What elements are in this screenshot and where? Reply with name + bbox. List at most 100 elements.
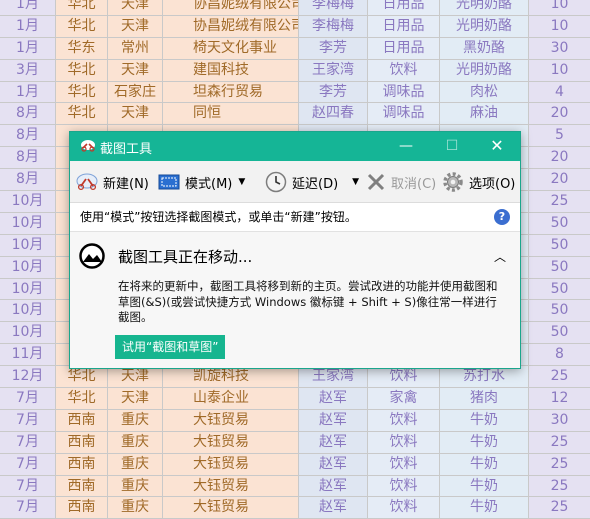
table-cell[interactable]: 天津 (108, 388, 163, 409)
table-cell[interactable]: 光明奶酪 (440, 0, 529, 15)
table-cell[interactable]: 30 (529, 37, 590, 59)
new-button[interactable]: 新建(N) (76, 171, 149, 193)
table-cell[interactable]: 麻油 (440, 103, 529, 125)
table-row[interactable]: 7月 西南 重庆 大钰贸易 赵军 饮料 牛奶 25 (0, 475, 590, 498)
chevron-down-icon[interactable]: ▼ (352, 177, 359, 187)
table-cell[interactable]: 10月 (0, 278, 56, 300)
table-cell[interactable]: 10 (529, 0, 590, 15)
table-cell[interactable]: 牛奶 (440, 453, 529, 475)
table-cell[interactable]: 7月 (0, 475, 56, 497)
table-cell[interactable]: 大钰贸易 (163, 497, 299, 519)
table-cell[interactable]: 7月 (0, 453, 56, 475)
table-cell[interactable]: 25 (529, 366, 590, 388)
table-cell[interactable]: 饮料 (368, 59, 440, 81)
table-cell[interactable]: 50 (529, 278, 590, 300)
table-cell[interactable]: 西南 (56, 409, 108, 431)
table-cell[interactable]: 8月 (0, 125, 56, 147)
table-cell[interactable]: 饮料 (368, 475, 440, 497)
table-cell[interactable]: 饮料 (368, 409, 440, 431)
table-row[interactable]: 1月 华东 常州 椅天文化事业 李芳 日用品 黑奶酪 30 (0, 37, 590, 60)
table-row[interactable]: 7月 西南 重庆 大钰贸易 赵军 饮料 牛奶 25 (0, 453, 590, 476)
table-cell[interactable]: 西南 (56, 431, 108, 453)
table-cell[interactable]: 天津 (108, 366, 163, 388)
table-cell[interactable]: 11月 (0, 344, 56, 366)
table-cell[interactable]: 饮料 (368, 453, 440, 475)
table-cell[interactable]: 重庆 (108, 431, 163, 453)
minimize-button[interactable]: — (383, 132, 429, 161)
table-cell[interactable]: 20 (529, 169, 590, 191)
table-cell[interactable]: 赵四春 (299, 103, 368, 125)
table-row[interactable]: 1月 华北 天津 协昌妮绒有限公司 李梅梅 日用品 光明奶酪 10 (0, 15, 590, 38)
table-cell[interactable]: 7月 (0, 388, 56, 409)
table-cell[interactable]: 凯旋科技 (163, 366, 299, 388)
table-cell[interactable]: 10 (529, 59, 590, 81)
table-row[interactable]: 7月 西南 重庆 大钰贸易 赵军 饮料 牛奶 25 (0, 431, 590, 454)
table-cell[interactable]: 12月 (0, 366, 56, 388)
table-cell[interactable]: 赵军 (299, 453, 368, 475)
table-cell[interactable]: 10月 (0, 300, 56, 322)
table-cell[interactable]: 8 (529, 344, 590, 366)
chevron-down-icon[interactable]: ▼ (238, 177, 245, 187)
close-button[interactable]: ✕ (474, 132, 520, 161)
table-cell[interactable]: 牛奶 (440, 409, 529, 431)
table-cell[interactable]: 肉松 (440, 81, 529, 103)
table-cell[interactable]: 1月 (0, 37, 56, 59)
table-cell[interactable]: 调味品 (368, 81, 440, 103)
table-cell[interactable]: 猪肉 (440, 388, 529, 409)
table-cell[interactable]: 30 (529, 409, 590, 431)
table-cell[interactable]: 石家庄 (108, 81, 163, 103)
table-cell[interactable]: 1月 (0, 0, 56, 15)
table-cell[interactable]: 10月 (0, 212, 56, 234)
table-cell[interactable]: 日用品 (368, 0, 440, 15)
table-cell[interactable]: 重庆 (108, 497, 163, 519)
maximize-button[interactable]: ☐ (429, 132, 475, 161)
table-cell[interactable]: 黑奶酪 (440, 37, 529, 59)
table-cell[interactable]: 50 (529, 300, 590, 322)
table-cell[interactable]: 重庆 (108, 453, 163, 475)
table-cell[interactable]: 50 (529, 256, 590, 278)
table-cell[interactable]: 华北 (56, 103, 108, 125)
table-cell[interactable]: 20 (529, 103, 590, 125)
table-cell[interactable]: 天津 (108, 103, 163, 125)
table-cell[interactable]: 25 (529, 453, 590, 475)
table-cell[interactable]: 同恒 (163, 103, 299, 125)
table-cell[interactable]: 7月 (0, 409, 56, 431)
table-row[interactable]: 12月 华北 天津 凯旋科技 王家湾 饮料 苏打水 25 (0, 366, 590, 389)
table-cell[interactable]: 8月 (0, 147, 56, 169)
table-cell[interactable]: 20 (529, 147, 590, 169)
table-cell[interactable]: 天津 (108, 15, 163, 37)
table-cell[interactable]: 坦森行贸易 (163, 81, 299, 103)
table-cell[interactable]: 大钰贸易 (163, 475, 299, 497)
table-cell[interactable]: 椅天文化事业 (163, 37, 299, 59)
table-cell[interactable]: 李梅梅 (299, 15, 368, 37)
table-cell[interactable]: 25 (529, 475, 590, 497)
table-cell[interactable]: 3月 (0, 59, 56, 81)
table-cell[interactable]: 赵军 (299, 475, 368, 497)
table-cell[interactable]: 日用品 (368, 37, 440, 59)
table-cell[interactable]: 重庆 (108, 475, 163, 497)
table-cell[interactable]: 25 (529, 431, 590, 453)
table-cell[interactable]: 常州 (108, 37, 163, 59)
table-cell[interactable]: 10月 (0, 234, 56, 256)
table-cell[interactable]: 华北 (56, 59, 108, 81)
table-cell[interactable]: 华东 (56, 37, 108, 59)
table-cell[interactable]: 王家湾 (299, 366, 368, 388)
table-cell[interactable]: 李芳 (299, 37, 368, 59)
options-button[interactable]: 选项(O) (442, 171, 515, 193)
table-cell[interactable]: 赵军 (299, 409, 368, 431)
table-cell[interactable]: 10 (529, 15, 590, 37)
table-cell[interactable]: 西南 (56, 475, 108, 497)
table-cell[interactable]: 50 (529, 322, 590, 344)
chevron-up-icon[interactable]: ︿ (494, 248, 506, 265)
delay-button[interactable]: 延迟(D) ▼ (265, 171, 359, 193)
table-cell[interactable]: 建国科技 (163, 59, 299, 81)
table-cell[interactable]: 山泰企业 (163, 388, 299, 409)
table-cell[interactable]: 李梅梅 (299, 0, 368, 15)
table-cell[interactable]: 5 (529, 125, 590, 147)
table-cell[interactable]: 华北 (56, 366, 108, 388)
table-cell[interactable]: 饮料 (368, 497, 440, 519)
table-cell[interactable]: 50 (529, 234, 590, 256)
table-row[interactable]: 8月 华北 天津 同恒 赵四春 调味品 麻油 20 (0, 103, 590, 126)
title-bar[interactable]: 截图工具 — ☐ ✕ (70, 132, 520, 161)
table-cell[interactable]: 协昌妮绒有限公司 (163, 15, 299, 37)
